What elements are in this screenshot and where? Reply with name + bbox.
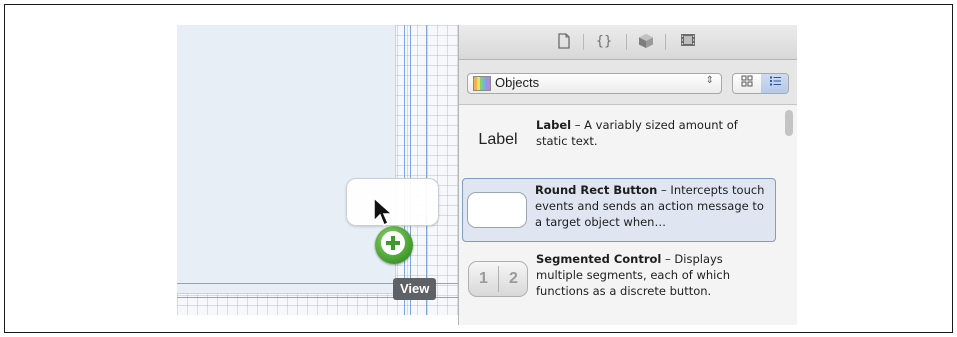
guide-line	[426, 25, 427, 315]
film-icon[interactable]	[679, 33, 697, 51]
list-view-icon[interactable]	[761, 74, 788, 93]
category-label: Objects	[495, 75, 540, 90]
toolbar-separator	[583, 34, 584, 50]
braces-icon[interactable]: {}	[592, 33, 616, 51]
cursor-arrow-icon	[373, 197, 394, 227]
item-description: Round Rect Button – Intercepts touch eve…	[535, 182, 767, 230]
view-mode-segmented-control[interactable]	[732, 73, 789, 94]
library-scrollbar[interactable]	[781, 105, 797, 325]
grid-view-icon[interactable]	[733, 74, 761, 93]
item-title: Label	[536, 118, 572, 132]
library-toolbar: {}	[459, 25, 797, 60]
object-library-panel: {} Objects ⇕ Label Label – A variably si…	[458, 25, 797, 325]
label-thumbnail: Label	[478, 131, 518, 148]
toolbar-separator	[665, 34, 666, 50]
library-item-label[interactable]: Label Label – A variably sized amount of…	[462, 108, 776, 172]
round-rect-button-thumbnail	[467, 192, 527, 228]
scrollbar-thumb[interactable]	[785, 110, 793, 136]
segment-label: 2	[509, 270, 518, 287]
cube-icon[interactable]	[637, 33, 655, 51]
item-description: Segmented Control – Displays multiple se…	[536, 251, 768, 299]
library-item-segmented-control[interactable]: 1 2 Segmented Control – Displays multipl…	[462, 247, 776, 311]
library-filter-bar: Objects ⇕	[459, 60, 797, 105]
segment-label: 1	[479, 270, 488, 287]
guide-line	[404, 25, 405, 315]
item-description: Label – A variably sized amount of stati…	[536, 117, 768, 149]
add-copy-icon	[375, 226, 413, 264]
toolbar-separator	[626, 34, 627, 50]
library-item-round-rect-button[interactable]: Round Rect Button – Intercepts touch eve…	[462, 178, 776, 242]
item-title: Round Rect Button	[535, 183, 658, 197]
storyboard-canvas[interactable]: View	[177, 25, 459, 315]
library-category-popup[interactable]: Objects ⇕	[467, 73, 722, 94]
segmented-control-thumbnail: 1 2	[468, 261, 528, 297]
screenshot-frame: View {} Objects ⇕ Label Label – A variab…	[4, 4, 953, 333]
objects-category-icon	[473, 76, 491, 91]
guide-line	[410, 25, 411, 315]
item-title: Segmented Control	[536, 252, 662, 266]
view-controller-view[interactable]	[177, 25, 396, 294]
file-icon[interactable]	[555, 33, 573, 51]
popup-arrows-icon: ⇕	[705, 75, 714, 86]
drop-target-tooltip: View	[393, 278, 437, 300]
object-list: Label Label – A variably sized amount of…	[459, 105, 781, 325]
